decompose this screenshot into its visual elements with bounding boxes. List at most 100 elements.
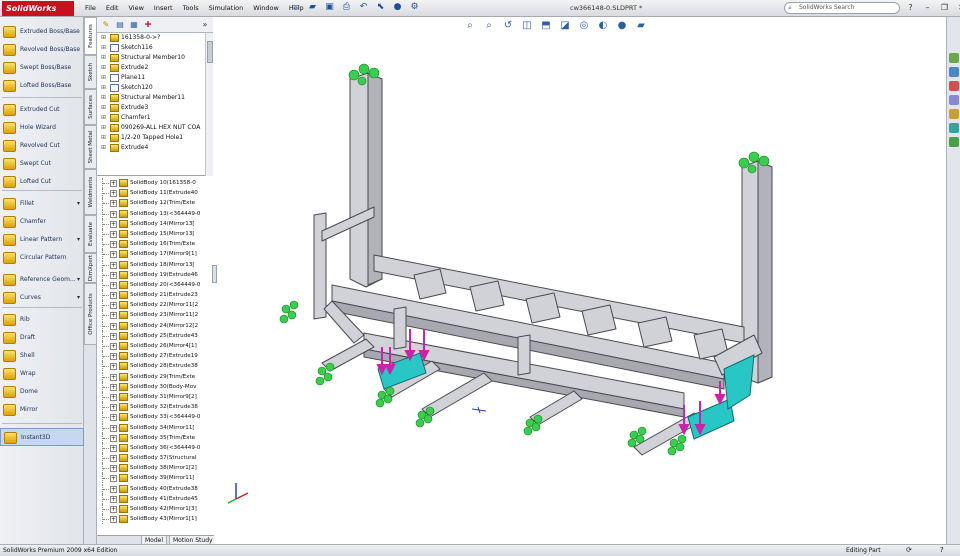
select-icon[interactable]: ⬉ [375,2,386,13]
command-draft[interactable]: Draft [0,329,84,347]
list-item[interactable]: + SolidBody 23(Mirror11[2 [97,310,213,321]
expand-toggle-icon[interactable]: + [110,251,117,259]
view-palette-icon[interactable] [949,109,959,119]
list-item[interactable]: + SolidBody 20(<364449-0 [97,279,213,290]
list-item[interactable]: + SolidBody 17(Mirror9[1] [97,249,213,260]
expand-toggle-icon[interactable]: ⊞ [101,133,106,143]
tab-office-products[interactable]: Office Products [84,283,97,345]
command-swept-boss-base[interactable]: Swept Boss/Base [0,59,84,77]
solidworks-logo[interactable]: SolidWorks [2,1,74,16]
expand-toggle-icon[interactable]: + [110,180,117,187]
command-lofted-boss-base[interactable]: Lofted Boss/Base [0,77,84,95]
chevron-down-icon[interactable]: ▾ [77,195,80,213]
panel-splitter[interactable] [212,265,217,283]
expand-toggle-icon[interactable]: + [110,200,117,208]
expand-toggle-icon[interactable]: ⊞ [101,103,106,113]
command-hole-wizard[interactable]: Hole Wizard [0,119,84,137]
expand-icon[interactable]: » [199,19,211,30]
chevron-down-icon[interactable]: ▾ [77,231,80,249]
menu-insert[interactable]: Insert [149,0,178,17]
list-item[interactable]: + SolidBody 26(Mirror4[1] [97,341,213,351]
new-icon[interactable]: ▭ [290,2,301,13]
simulation-manager-icon[interactable]: ✚ [142,19,154,30]
resources-icon[interactable] [949,53,959,63]
expand-toggle-icon[interactable]: ⊞ [101,93,106,103]
weldment-frame-model[interactable] [214,17,946,544]
list-item[interactable]: + SolidBody 21(Extrude23 [97,290,213,301]
view-orientation-icon[interactable]: ⬒ [538,19,554,33]
list-item[interactable]: + SolidBody 27(Extrude19 [97,351,213,362]
config-manager-icon[interactable]: ▦ [128,19,140,30]
list-item[interactable]: + SolidBody 33(<364449-0 [97,412,213,423]
tree-node[interactable]: ⊞ Extrude4 [97,143,213,153]
rebuild-status-icon[interactable]: ⟳ [906,545,912,556]
expand-toggle-icon[interactable]: + [110,404,117,412]
expand-toggle-icon[interactable]: + [110,302,117,310]
tree-node[interactable]: ⊞ 161358-0->? [97,33,213,43]
tree-node[interactable]: ⊞ Structural Member10 [97,53,213,63]
command-mirror[interactable]: Mirror [0,401,84,419]
list-item[interactable]: + SolidBody 36(<364449-0 [97,442,213,453]
list-item[interactable]: + SolidBody 16(Trim/Exte [97,239,213,250]
tree-node[interactable]: ⊞ Sketch116 [97,43,213,53]
previous-view-icon[interactable]: ↺ [500,19,516,33]
tab-weldments[interactable]: Weldments [84,169,97,215]
tree-node[interactable]: ⊞ 090269-ALL HEX NUT COA [97,123,213,133]
tree-node[interactable]: ⊞ 1/2-20 Tapped Hole1 [97,133,213,143]
command-rib[interactable]: Rib [0,311,84,329]
command-wrap[interactable]: Wrap [0,365,84,383]
chevron-down-icon[interactable]: ▾ [77,289,80,307]
options-icon[interactable]: ⚙ [409,2,420,13]
command-linear-pattern[interactable]: Linear Pattern ▾ [0,231,84,249]
expand-toggle-icon[interactable]: + [110,363,117,371]
zoom-to-fit-icon[interactable]: ⌕ [462,19,478,33]
tab-features[interactable]: Features [84,17,97,55]
tab-evaluate[interactable]: Evaluate [84,215,97,253]
tab-surfaces[interactable]: Surfaces [84,89,97,125]
list-item[interactable]: + SolidBody 37(Structural [97,453,213,464]
list-item[interactable]: + SolidBody 15(Mirror13[ [97,228,213,239]
command-chamfer[interactable]: Chamfer [0,213,84,231]
list-item[interactable]: + SolidBody 38(Mirror1[2] [97,463,213,474]
expand-toggle-icon[interactable]: + [110,455,117,463]
command-reference-geom[interactable]: Reference Geom... ▾ [0,271,84,289]
list-item[interactable]: + SolidBody 19(Extrude46 [97,269,213,280]
expand-toggle-icon[interactable]: ⊞ [101,33,106,43]
expand-toggle-icon[interactable]: + [110,210,117,218]
expand-toggle-icon[interactable]: + [110,230,117,238]
display-style-icon[interactable]: ◪ [557,19,573,33]
list-item[interactable]: + SolidBody 29(Trim/Exte [97,371,213,382]
help-icon[interactable]: ? [940,545,944,556]
tree-node[interactable]: ⊞ Sketch120 [97,83,213,93]
undo-icon[interactable]: ↶ [358,2,369,13]
expand-toggle-icon[interactable]: + [110,495,117,503]
expand-toggle-icon[interactable]: + [110,414,117,422]
save-icon[interactable]: ▣ [324,2,335,13]
tree-node[interactable]: ⊞ Structural Member11 [97,93,213,103]
list-item[interactable]: + SolidBody 24(Mirror12[2 [97,320,213,331]
expand-toggle-icon[interactable]: + [110,465,117,473]
tab-sketch[interactable]: Sketch [84,55,97,89]
menu-window[interactable]: Window [248,0,284,17]
expand-toggle-icon[interactable]: + [110,271,117,279]
list-item[interactable]: + SolidBody 42(Mirror1[3] [97,504,213,514]
list-item[interactable]: + SolidBody 25(Extrude43 [97,330,213,341]
command-instant3d[interactable]: Instant3D [0,428,84,446]
expand-toggle-icon[interactable]: + [110,373,117,381]
expand-toggle-icon[interactable]: + [110,393,117,401]
section-view-icon[interactable]: ◫ [519,19,535,33]
expand-toggle-icon[interactable]: + [110,343,117,350]
list-item[interactable]: + SolidBody 18(Mirror13[ [97,259,213,270]
expand-toggle-icon[interactable]: + [110,281,117,289]
list-item[interactable]: + SolidBody 43(Mirror1[1] [97,514,213,525]
chevron-down-icon[interactable]: ▾ [77,271,80,289]
design-library-icon[interactable] [949,67,959,77]
tab-dimxpert[interactable]: DimXpert [84,253,97,283]
command-fillet[interactable]: Fillet ▾ [0,195,84,213]
list-item[interactable]: + SolidBody 41(Extrude45 [97,493,213,504]
minimize-icon[interactable]: – [921,1,934,14]
print-icon[interactable]: ⎙ [341,2,352,13]
expand-toggle-icon[interactable]: + [110,475,117,483]
open-icon[interactable]: ▰ [307,2,318,13]
menu-file[interactable]: File [80,0,101,17]
